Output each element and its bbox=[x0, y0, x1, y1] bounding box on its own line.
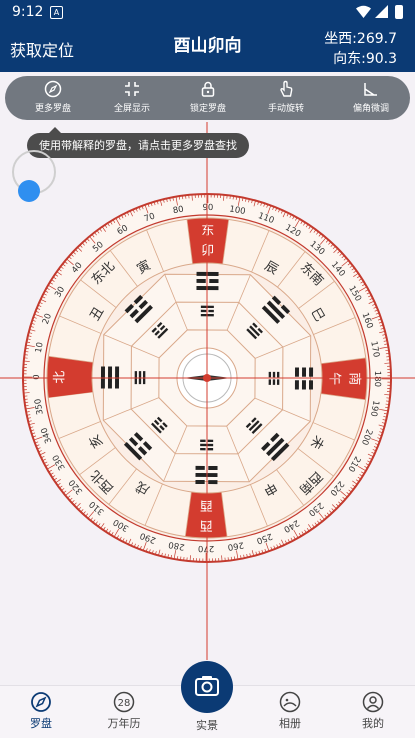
trigram-line bbox=[309, 380, 313, 389]
trigram-line bbox=[208, 466, 217, 470]
trigram-line bbox=[302, 380, 306, 389]
trigram-line bbox=[195, 480, 204, 484]
nav-label: 罗盘 bbox=[30, 717, 52, 730]
calendar-badge: 28 bbox=[118, 698, 131, 709]
mountain-label: 午 bbox=[326, 372, 341, 385]
toolbar-label: 锁定罗盘 bbox=[173, 101, 243, 114]
trigram-line bbox=[273, 372, 275, 377]
level-bubble bbox=[18, 180, 40, 202]
trigram-line bbox=[208, 448, 213, 450]
trigram-line bbox=[209, 279, 218, 283]
toolbar-label: 偏角微调 bbox=[336, 101, 406, 114]
trigram-line bbox=[277, 372, 279, 377]
degree-tick bbox=[386, 404, 389, 405]
direction-label: 南 bbox=[346, 372, 362, 385]
trigram-line bbox=[195, 473, 217, 477]
degree-label: 80 bbox=[172, 205, 184, 217]
camera-icon bbox=[181, 661, 233, 713]
degree-label: 10 bbox=[34, 341, 46, 353]
trigram-line bbox=[196, 279, 205, 283]
fullscreen-icon bbox=[123, 80, 141, 98]
mountain-label: 酉 bbox=[200, 497, 213, 512]
trigram-line bbox=[208, 480, 217, 484]
degree-tick bbox=[180, 557, 181, 560]
toolbar-label: 手动旋转 bbox=[251, 101, 321, 114]
degree-label: 180 bbox=[372, 371, 382, 387]
lock-icon bbox=[199, 80, 217, 98]
manual-rotate-button[interactable]: 手动旋转 bbox=[251, 80, 321, 114]
degree-tick bbox=[25, 351, 28, 352]
trigram-line bbox=[101, 366, 105, 388]
hand-icon bbox=[277, 80, 295, 98]
degree-label: 270 bbox=[198, 543, 214, 553]
compass-icon bbox=[30, 691, 52, 713]
nav-label: 万年历 bbox=[108, 717, 141, 730]
nav-calendar[interactable]: 28 万年历 bbox=[89, 691, 159, 731]
trigram-line bbox=[269, 372, 271, 377]
toolbar-label: 更多罗盘 bbox=[18, 101, 88, 114]
nav-album[interactable]: 相册 bbox=[255, 691, 325, 731]
direction-label: 北 bbox=[52, 371, 67, 384]
direction-label: 东 bbox=[201, 223, 214, 238]
trigram-symbol bbox=[101, 366, 119, 388]
more-compass-button[interactable]: 更多罗盘 bbox=[18, 80, 88, 114]
nav-compass[interactable]: 罗盘 bbox=[6, 691, 76, 731]
trigram-line bbox=[196, 466, 205, 470]
trigram-line bbox=[197, 272, 219, 276]
trigram-line bbox=[269, 379, 271, 384]
trigram-line bbox=[200, 448, 205, 450]
trigram-line bbox=[273, 379, 275, 384]
trigram-line bbox=[208, 310, 213, 312]
compass-icon bbox=[44, 80, 62, 98]
trigram-line bbox=[277, 379, 279, 384]
trigram-line bbox=[108, 366, 112, 388]
toolbar: 更多罗盘 全屏显示 锁定罗盘 手动旋转 偏角微调 bbox=[5, 76, 410, 120]
profile-icon bbox=[362, 691, 384, 713]
trigram-line bbox=[295, 367, 299, 376]
nav-profile[interactable]: 我的 bbox=[338, 691, 408, 731]
nav-label: 我的 bbox=[362, 717, 384, 730]
lock-compass-button[interactable]: 锁定罗盘 bbox=[173, 80, 243, 114]
angle-adjust-button[interactable]: 偏角微调 bbox=[336, 80, 406, 114]
trigram-line bbox=[309, 368, 313, 377]
trigram-line bbox=[200, 440, 205, 442]
degree-label: 0 bbox=[32, 374, 42, 379]
camera-button[interactable] bbox=[181, 661, 233, 713]
fullscreen-button[interactable]: 全屏显示 bbox=[97, 80, 167, 114]
mountain-label: 卯 bbox=[201, 243, 214, 258]
angle-icon bbox=[362, 80, 380, 98]
toolbar-label: 全屏显示 bbox=[97, 101, 167, 114]
calendar-icon: 28 bbox=[113, 691, 135, 713]
trigram-line bbox=[302, 367, 306, 376]
trigram-line bbox=[208, 440, 213, 442]
trigram-line bbox=[201, 310, 206, 312]
degree-tick bbox=[233, 196, 234, 199]
trigram-line bbox=[295, 380, 299, 389]
direction-label: 西 bbox=[200, 517, 213, 532]
hint-tooltip: 使用带解释的罗盘，请点击更多罗盘查找 bbox=[27, 133, 249, 158]
nav-live-view-label[interactable]: 实景 bbox=[181, 717, 233, 733]
degree-label: 90 bbox=[202, 203, 213, 213]
nav-label: 相册 bbox=[279, 717, 301, 730]
album-icon bbox=[279, 691, 301, 713]
